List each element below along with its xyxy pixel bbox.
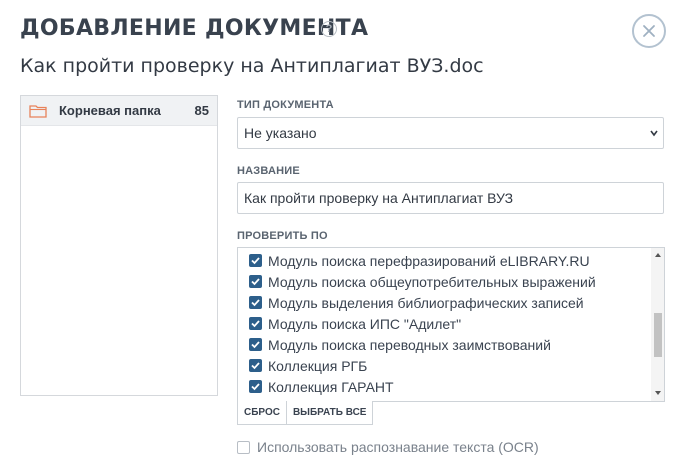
check-item[interactable]: Модуль поиска ИПС "Адилет" [238, 313, 651, 334]
folder-document-count: 85 [194, 103, 209, 118]
check-icon [251, 299, 260, 307]
check-panel-actions: СБРОС ВЫБРАТЬ ВСЕ [237, 401, 374, 425]
doc-type-label: ТИП ДОКУМЕНТА [237, 99, 334, 111]
name-input[interactable] [237, 182, 664, 214]
check-item-label: Модуль поиска перефразирований eLIBRARY.… [268, 252, 590, 269]
check-icon [251, 320, 260, 328]
check-item-label: Коллекция РГБ [268, 357, 368, 374]
check-item-label: Модуль выделения библиографических запис… [268, 294, 584, 311]
check-icon [251, 362, 260, 370]
check-item[interactable]: Модуль поиска общеупотребительных выраже… [238, 271, 651, 292]
check-item[interactable]: Коллекция ГАРАНТ [238, 376, 651, 397]
check-item[interactable]: Модуль поиска переводных заимствований [238, 334, 651, 355]
folder-icon [29, 104, 47, 118]
check-sources-panel: Модуль поиска перефразирований eLIBRARY.… [237, 247, 665, 402]
check-icon [251, 257, 260, 265]
reset-button[interactable]: СБРОС [237, 401, 287, 425]
check-by-label: ПРОВЕРИТЬ ПО [237, 230, 328, 242]
doc-type-value: Не указано [244, 125, 317, 141]
checkbox-checked[interactable] [249, 380, 262, 393]
check-item[interactable]: Коллекция РГБ [238, 355, 651, 376]
document-filename: Как пройти проверку на Антиплагиат ВУЗ.d… [20, 55, 484, 77]
close-button[interactable] [632, 14, 666, 48]
checkbox-checked[interactable] [249, 359, 262, 372]
checkbox-checked[interactable] [249, 338, 262, 351]
checkbox-checked[interactable] [249, 275, 262, 288]
dialog-title: ДОБАВЛЕНИЕ ДОКУМЕНТА [20, 16, 369, 41]
checkbox-checked[interactable] [249, 254, 262, 267]
scrollbar-thumb[interactable] [654, 313, 662, 357]
ocr-label: Использовать распознавание текста (OCR) [257, 439, 539, 455]
folder-tree: Корневая папка 85 [20, 95, 218, 396]
scrollbar[interactable] [651, 248, 664, 401]
close-icon [643, 25, 655, 37]
check-item-label: Модуль поиска переводных заимствований [268, 336, 551, 353]
help-icon[interactable]: ? [321, 21, 337, 37]
folder-label: Корневая папка [59, 103, 161, 118]
chevron-down-icon [650, 130, 658, 137]
check-sources-list: Модуль поиска перефразирований eLIBRARY.… [238, 248, 651, 400]
checkbox-checked[interactable] [249, 317, 262, 330]
select-all-button[interactable]: ВЫБРАТЬ ВСЕ [286, 401, 374, 425]
check-icon [251, 383, 260, 391]
check-item-label: Модуль поиска общеупотребительных выраже… [268, 273, 596, 290]
check-item[interactable]: Модуль поиска перефразирований eLIBRARY.… [238, 250, 651, 271]
check-item[interactable]: Модуль выделения библиографических запис… [238, 292, 651, 313]
checkbox-checked[interactable] [249, 296, 262, 309]
ocr-checkbox[interactable] [237, 440, 250, 454]
ocr-option[interactable]: Использовать распознавание текста (OCR) [237, 439, 539, 455]
folder-item-root[interactable]: Корневая папка 85 [21, 96, 217, 126]
check-icon [251, 278, 260, 286]
check-item-label: Модуль поиска ИПС "Адилет" [268, 315, 462, 332]
scroll-down-icon[interactable] [654, 390, 662, 396]
check-item-label: Коллекция ГАРАНТ [268, 378, 394, 395]
name-label: НАЗВАНИЕ [237, 165, 300, 177]
check-icon [251, 341, 260, 349]
doc-type-select[interactable]: Не указано [237, 117, 664, 149]
scroll-up-icon[interactable] [654, 252, 662, 258]
